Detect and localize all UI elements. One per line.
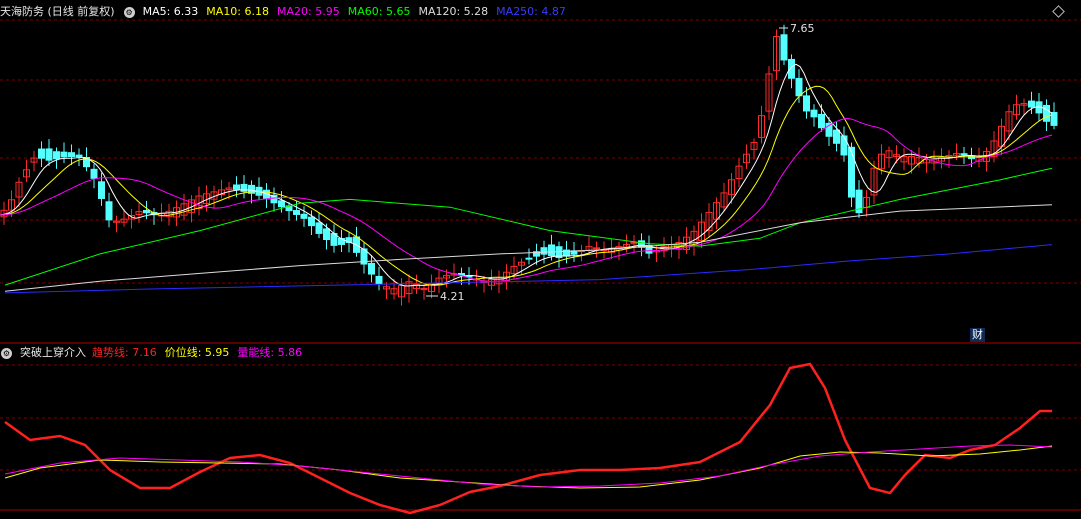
candle-body xyxy=(315,222,323,234)
kline-chart[interactable]: 7.65 4.21 xyxy=(0,0,1081,519)
high-price-label: 7.65 xyxy=(790,22,815,35)
candle-body xyxy=(780,34,788,61)
candle-body xyxy=(1050,112,1058,126)
trend-line xyxy=(4,362,1052,515)
candle-body xyxy=(548,244,555,257)
candle-body xyxy=(848,146,855,198)
candle-body xyxy=(593,247,600,250)
volume-line xyxy=(4,444,1053,488)
candle-body xyxy=(323,228,330,241)
candle-body xyxy=(60,151,68,158)
price-line xyxy=(4,445,1053,489)
low-price-label: 4.21 xyxy=(440,290,465,303)
candle-body xyxy=(143,210,150,214)
ma20-line xyxy=(0,117,1053,282)
trend-line-label: 趋势线: 7.16 xyxy=(92,346,157,359)
candle-body xyxy=(300,213,308,219)
candle-body xyxy=(833,129,840,144)
candle-body xyxy=(540,247,548,255)
candle-body xyxy=(293,210,300,215)
candle-body xyxy=(960,153,968,156)
candle-body xyxy=(525,257,533,260)
candle-body xyxy=(795,77,803,97)
candle-body xyxy=(98,181,105,199)
candle-body xyxy=(1028,100,1035,108)
candle-body xyxy=(38,148,45,159)
volume-line-label: 量能线: 5.86 xyxy=(237,346,303,359)
candle-body xyxy=(840,135,848,156)
candle-body xyxy=(375,275,383,285)
candle-body xyxy=(803,95,810,112)
candle-body xyxy=(1043,104,1050,122)
candle-body xyxy=(53,151,60,160)
settings-icon[interactable]: ⚙ xyxy=(1,347,12,359)
candle-body xyxy=(338,238,345,245)
indicator-title: 突破上穿介入 xyxy=(20,346,86,359)
candle-body xyxy=(45,148,53,161)
candle-body xyxy=(90,168,98,179)
candle-body xyxy=(368,262,375,275)
candle-body xyxy=(818,113,825,129)
candle-body xyxy=(810,109,818,118)
candle-body xyxy=(233,184,240,190)
finance-badge[interactable]: 财 xyxy=(970,328,985,342)
ma10-line xyxy=(0,85,1053,286)
candle-body xyxy=(308,216,315,227)
candle-body xyxy=(788,58,795,79)
candle-body xyxy=(75,154,83,158)
candle-body xyxy=(278,200,285,208)
ma120-line xyxy=(4,204,1053,292)
candle-body xyxy=(105,201,113,221)
price-line-label: 价位线: 5.95 xyxy=(164,346,230,359)
candle-body xyxy=(68,152,75,158)
indicator-header: ⚙ 突破上穿介入 趋势线: 7.16 价位线: 5.95 量能线: 5.86 xyxy=(0,344,310,362)
